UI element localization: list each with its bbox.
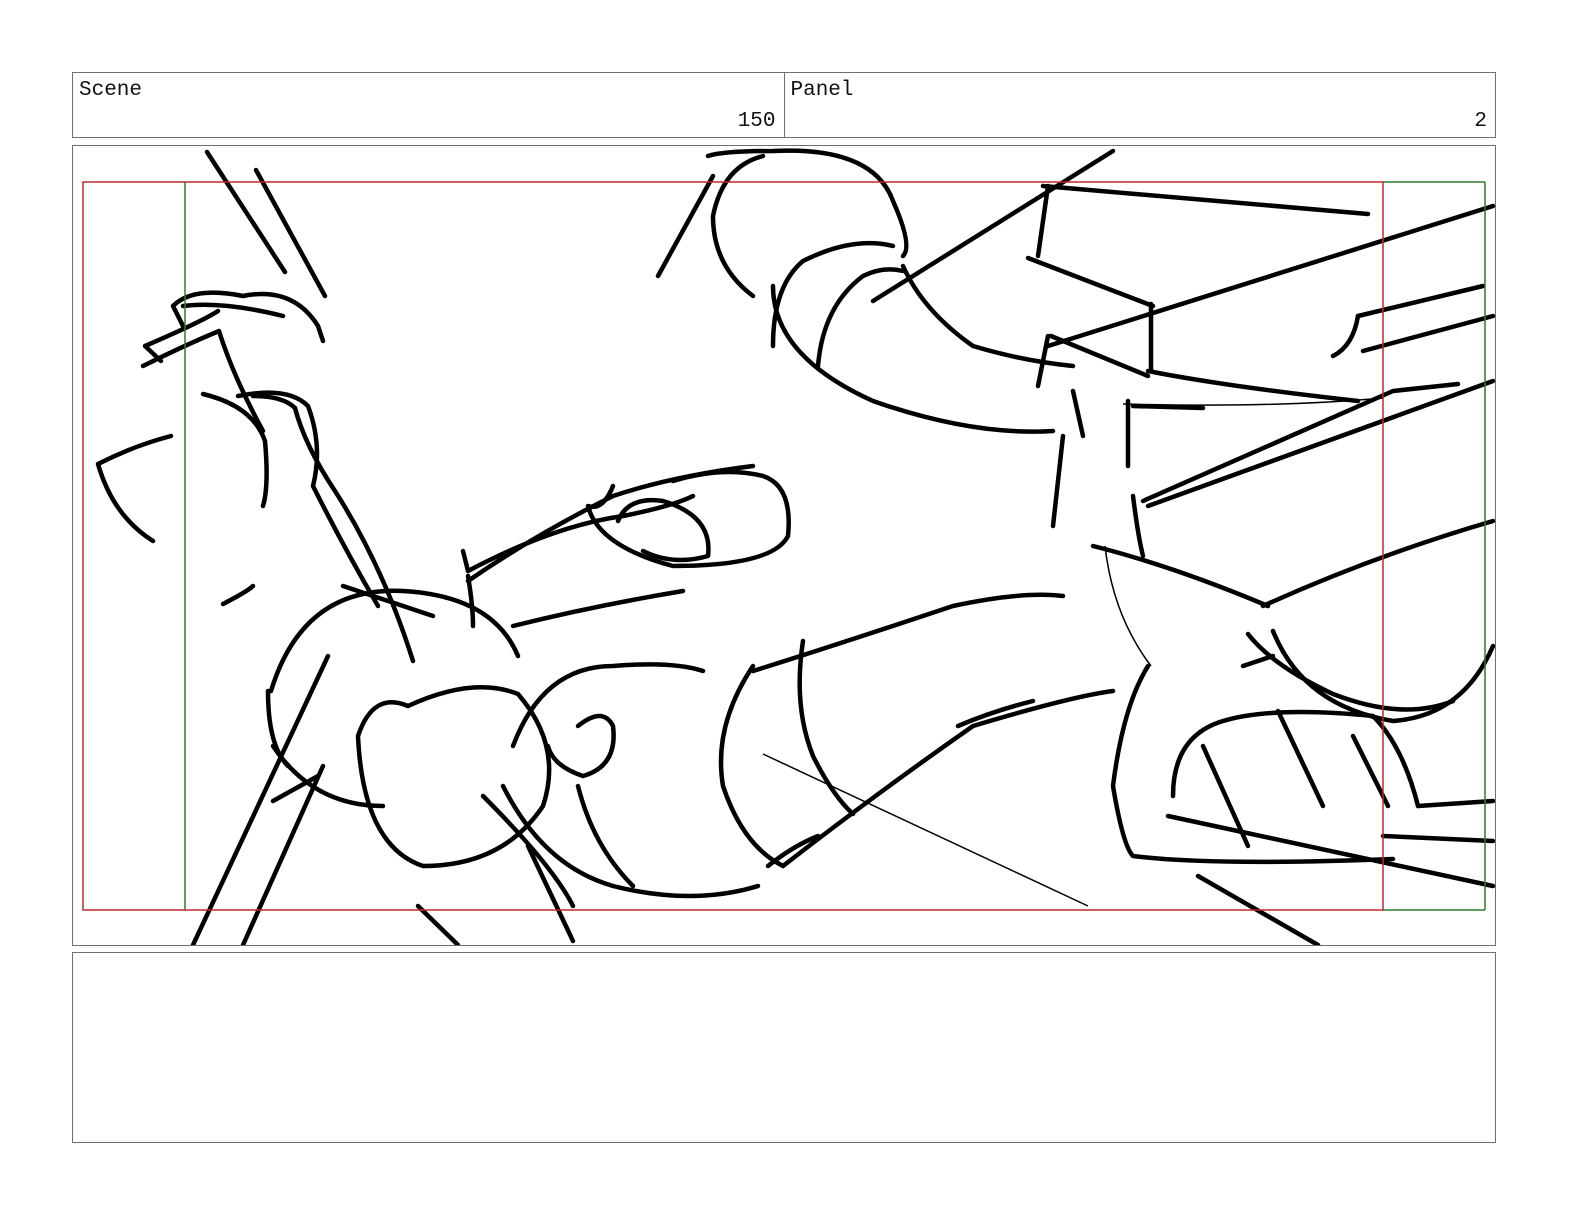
sketch-thin-lines xyxy=(762,397,1384,907)
panel-label: Panel xyxy=(790,79,854,102)
safe-area-guide xyxy=(82,181,1384,911)
scene-label: Scene xyxy=(79,79,143,102)
storyboard-frame xyxy=(72,145,1496,946)
panel-cell: Panel 2 xyxy=(783,73,1496,137)
panel-number: 2 xyxy=(1474,110,1487,133)
sketch-strokes xyxy=(95,148,1495,945)
notes-box[interactable] xyxy=(72,952,1496,1143)
panel-header: Scene 150 Panel 2 xyxy=(72,72,1496,138)
scene-number: 150 xyxy=(737,110,776,133)
scene-cell: Scene 150 xyxy=(73,73,784,137)
sketch-drawing xyxy=(82,148,1495,945)
